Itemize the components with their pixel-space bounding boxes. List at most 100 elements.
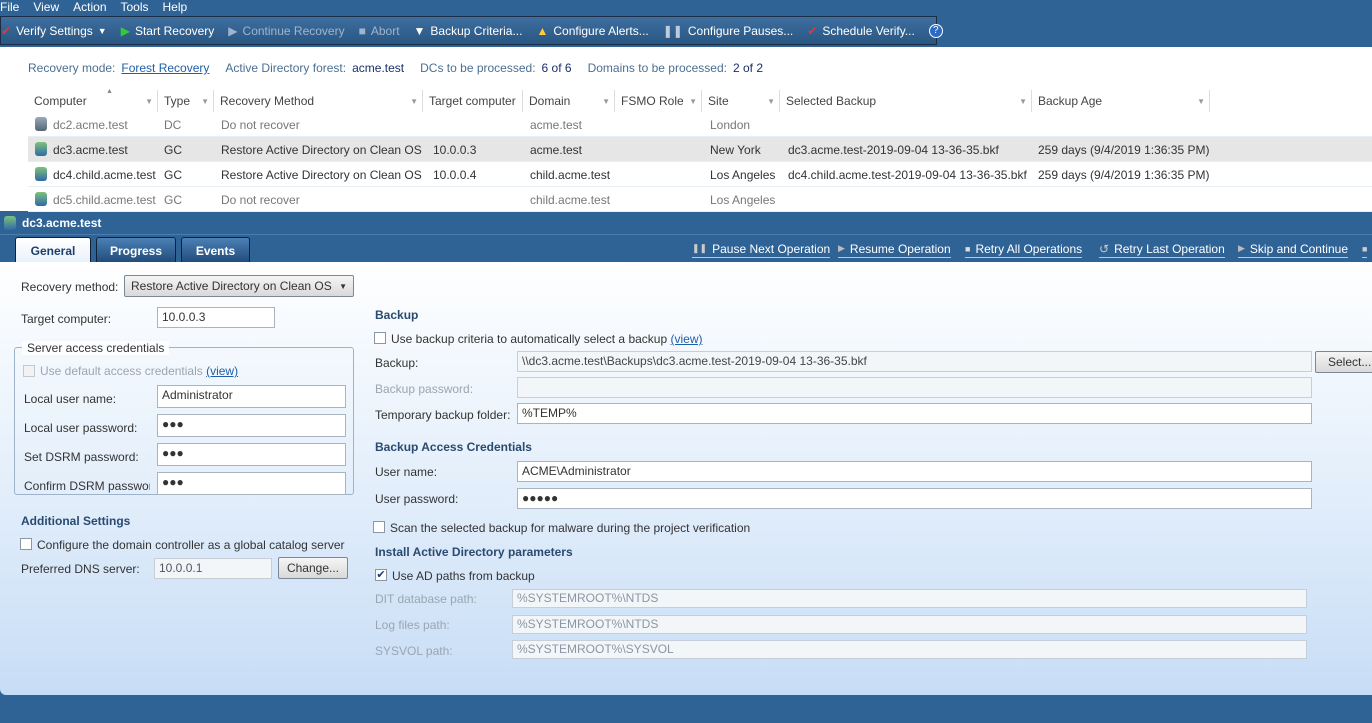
change-dns-button[interactable]: Change...	[278, 557, 348, 579]
table-row[interactable]: dc4.child.acme.test GC Restore Active Di…	[28, 162, 1372, 187]
user-password-input[interactable]: ●●●●●	[517, 488, 1312, 509]
column-header-backup-age[interactable]: Backup Age ▼	[1032, 90, 1210, 112]
filter-dropdown-icon[interactable]: ▼	[1019, 97, 1027, 106]
column-header-domain[interactable]: Domain ▼	[523, 90, 615, 112]
column-header-site[interactable]: Site ▼	[702, 90, 780, 112]
retry-all-operations-button[interactable]: ■ Retry All Operations	[965, 240, 1083, 258]
table-row[interactable]: dc2.acme.test DC Do not recover acme.tes…	[28, 112, 1372, 137]
continue-recovery-button[interactable]: ▶ Continue Recovery	[221, 17, 351, 44]
retry-last-operation-button[interactable]: ↺ Retry Last Operation	[1099, 240, 1225, 258]
dsrm-password-label: Set DSRM password:	[24, 450, 139, 464]
backup-access-credentials-heading: Backup Access Credentials	[375, 440, 532, 454]
verify-settings-button[interactable]: ✔ Verify Settings ▼	[1, 17, 114, 44]
column-header-type[interactable]: Type ▼	[158, 90, 214, 112]
backup-criteria-button[interactable]: ▼ Backup Criteria...	[407, 17, 530, 44]
menu-action[interactable]: Action	[73, 0, 106, 16]
tab-events[interactable]: Events	[181, 237, 250, 263]
play-icon: ▶	[838, 243, 845, 253]
column-header-recovery-method[interactable]: Recovery Method ▼	[214, 90, 423, 112]
sysvol-path-input[interactable]: %SYSTEMROOT%\SYSVOL	[512, 640, 1307, 659]
local-user-password-label: Local user password:	[24, 421, 138, 435]
use-backup-criteria-checkbox[interactable]	[374, 332, 386, 344]
local-user-password-input[interactable]: ●●●	[157, 414, 346, 437]
global-catalog-checkbox[interactable]	[20, 538, 32, 550]
filter-dropdown-icon[interactable]: ▼	[1197, 97, 1205, 106]
pause-next-operation-button[interactable]: ❚❚ Pause Next Operation	[692, 240, 831, 258]
pause-icon: ❚❚	[662, 23, 683, 38]
use-default-credentials-checkbox[interactable]	[23, 365, 35, 377]
cell-site: Los Angeles	[710, 193, 776, 207]
server-icon	[35, 117, 47, 131]
confirm-dsrm-password-input[interactable]: ●●●	[157, 472, 346, 495]
filter-dropdown-icon[interactable]: ▼	[602, 97, 610, 106]
dit-path-input[interactable]: %SYSTEMROOT%\NTDS	[512, 589, 1307, 608]
table-row[interactable]: dc3.acme.test GC Restore Active Director…	[28, 137, 1372, 162]
target-computer-input[interactable]: 10.0.0.3	[157, 307, 275, 328]
tab-general[interactable]: General	[15, 237, 91, 263]
cell-site: Los Angeles	[710, 168, 776, 182]
temp-folder-input[interactable]: %TEMP%	[517, 403, 1312, 424]
menu-file[interactable]: File	[0, 0, 19, 16]
filter-dropdown-icon[interactable]: ▼	[767, 97, 775, 106]
abort-button[interactable]: ■ Abort	[352, 17, 407, 44]
log-path-input[interactable]: %SYSTEMROOT%\NTDS	[512, 615, 1307, 634]
configure-alerts-button[interactable]: ▲ Configure Alerts...	[529, 17, 655, 44]
cell-type: GC	[164, 193, 182, 207]
select-backup-button[interactable]: Select...	[1315, 351, 1372, 373]
column-header-selected-backup[interactable]: Selected Backup ▼	[780, 90, 1032, 112]
menu-view[interactable]: View	[33, 0, 59, 16]
domain-controller-icon	[35, 167, 47, 181]
dc-grid: Computer ▲ ▼ Type ▼ Recovery Method ▼ Target…	[0, 88, 1372, 212]
filter-dropdown-icon[interactable]: ▼	[410, 97, 418, 106]
cell-method: Do not recover	[221, 193, 300, 207]
sort-ascending-icon: ▲	[106, 88, 113, 95]
column-header-target-computer[interactable]: Target computer	[423, 90, 523, 112]
dsrm-password-input[interactable]: ●●●	[157, 443, 346, 466]
use-ad-paths-checkbox[interactable]: ✔	[375, 569, 387, 581]
backup-label: Backup:	[375, 356, 419, 370]
column-header-fsmo-role[interactable]: FSMO Role ▼	[615, 90, 702, 112]
configure-pauses-button[interactable]: ❚❚ Configure Pauses...	[656, 17, 801, 44]
view-criteria-link[interactable]: (view)	[670, 332, 702, 346]
install-ad-parameters-heading: Install Active Directory parameters	[375, 545, 573, 559]
start-recovery-button[interactable]: ▶ Start Recovery	[114, 17, 222, 44]
menu-help[interactable]: Help	[163, 0, 188, 16]
menu-tools[interactable]: Tools	[121, 0, 149, 16]
cell-backup: dc3.acme.test-2019-09-04 13-36-35.bkf	[788, 143, 999, 157]
toolbar: ✔ Verify Settings ▼ ▶ Start Recovery ▶ Conti…	[0, 16, 943, 45]
schedule-verify-button[interactable]: ✔ Schedule Verify...	[800, 17, 922, 44]
play-icon: ▶	[120, 23, 130, 38]
resume-operation-button[interactable]: ▶ Resume Operation	[838, 240, 951, 258]
recovery-method-select[interactable]: Restore Active Directory on Clean OS ▼	[124, 275, 354, 297]
user-name-label: User name:	[375, 465, 438, 479]
table-row[interactable]: dc5.child.acme.test GC Do not recover ch…	[28, 187, 1372, 212]
cell-computer: dc3.acme.test	[53, 143, 128, 157]
view-link[interactable]: (view)	[206, 364, 238, 378]
chevron-down-icon: ▼	[97, 25, 107, 36]
cell-type: DC	[164, 118, 182, 132]
cell-backup: dc4.child.acme.test-2019-09-04 13-36-35.…	[788, 168, 1027, 182]
skip-and-continue-button[interactable]: ▶ Skip and Continue	[1238, 240, 1348, 258]
more-operations-button[interactable]: ■	[1362, 240, 1368, 258]
help-button[interactable]: ?	[922, 17, 950, 44]
local-user-name-input[interactable]: Administrator	[157, 385, 346, 408]
bell-icon: ▲	[536, 23, 549, 38]
user-name-input[interactable]: ACME\Administrator	[517, 461, 1312, 482]
column-header-computer[interactable]: Computer ▲ ▼	[28, 88, 158, 112]
filter-dropdown-icon[interactable]: ▼	[201, 97, 209, 106]
dns-server-input[interactable]: 10.0.0.1	[154, 558, 272, 579]
stop-icon: ■	[1362, 243, 1368, 254]
log-path-label: Log files path:	[375, 618, 450, 632]
tab-progress[interactable]: Progress	[96, 237, 176, 263]
backup-password-input[interactable]	[517, 377, 1312, 398]
target-computer-label: Target computer:	[21, 312, 112, 326]
filter-dropdown-icon[interactable]: ▼	[689, 97, 697, 106]
backup-path-input[interactable]: \\dc3.acme.test\Backups\dc3.acme.test-20…	[517, 351, 1312, 372]
cell-target: 10.0.0.3	[433, 143, 477, 157]
recovery-mode-link[interactable]: Forest Recovery	[121, 61, 209, 75]
local-user-name-label: Local user name:	[24, 392, 117, 406]
scan-malware-checkbox[interactable]	[373, 521, 385, 533]
cell-type: GC	[164, 168, 182, 182]
backup-password-label: Backup password:	[375, 382, 474, 396]
filter-dropdown-icon[interactable]: ▼	[145, 97, 153, 106]
